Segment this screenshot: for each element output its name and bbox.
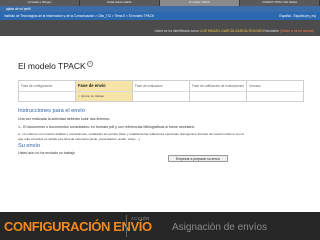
user-name-link[interactable]: LUIS MIGUEL GARCÍA-GARCÍA-ROLDÁN xyxy=(200,29,263,33)
instruction-line: 1.- El documento o documentos consultado… xyxy=(18,125,195,129)
phase-name: Cerrado xyxy=(249,84,261,88)
user-prefix: Usted se ha identificado como xyxy=(154,29,199,33)
slide-footer: CONFIGURACIÓN ENVÍO ACCIÓN Asignación de… xyxy=(0,212,320,240)
instruction-line: que más cómodos os sintáis a la hora de … xyxy=(18,137,140,141)
phase-divider xyxy=(190,91,246,92)
phase-divider xyxy=(133,91,189,92)
footer-label: ACCIÓN xyxy=(131,216,150,221)
submission-status: Usted aún no ha enviado su trabajo xyxy=(18,151,75,155)
user-bar: Usted se ha identificado como LUIS MIGUE… xyxy=(0,20,320,36)
phase-name: Fase de envío xyxy=(78,83,106,88)
breadcrumb-bar: Instituto de Tecnologías de la Informaci… xyxy=(0,12,320,20)
user-info: Usted se ha identificado como LUIS MIGUE… xyxy=(154,29,314,33)
instruction-line: 2.- Un informe con nuestro análisis y co… xyxy=(18,132,244,136)
phase-task: ✓Enviar su trabajo xyxy=(78,94,104,98)
instruction-line: Una vez realizada la actividad deberán s… xyxy=(18,117,111,121)
phase-setup[interactable]: Fase de configuración xyxy=(19,81,76,101)
phase-closed[interactable]: Cerrado xyxy=(247,81,303,101)
phase-name: Fase de configuración xyxy=(21,84,53,88)
check-icon: ✓ xyxy=(78,94,81,98)
phase-name: Fase de evaluación xyxy=(135,84,163,88)
footer-description: Asignación de envíos xyxy=(172,222,268,233)
user-role: Estudiante xyxy=(263,29,279,33)
phase-divider xyxy=(19,91,75,92)
section-title: CONFIGURACIÓN ENVÍO xyxy=(4,219,152,234)
return-role-link[interactable]: (Volver a mi rol normal) xyxy=(280,29,314,33)
phase-assessment[interactable]: Fase de evaluación xyxy=(133,81,190,101)
address-text: ajaiss de mi perfil xyxy=(6,7,31,11)
phase-planner: Fase de configuración Fase de envío ✓Env… xyxy=(18,80,304,102)
workshop-page: El modelo TPACK? Fase de configuración F… xyxy=(18,50,312,212)
phase-name: Fase de calificación de evaluaciones xyxy=(192,84,244,88)
page-title-text: El modelo TPACK xyxy=(18,61,86,71)
phase-submission-current[interactable]: Fase de envío ✓Enviar su trabajo xyxy=(76,81,133,101)
phase-divider xyxy=(247,91,303,92)
page-title: El modelo TPACK? xyxy=(18,61,93,71)
instructions-heading[interactable]: Instrucciones para el envío xyxy=(18,108,85,114)
start-submission-button[interactable]: Empezar a preparar su envío xyxy=(168,155,228,162)
phase-divider xyxy=(76,91,132,92)
phase-evaluation[interactable]: Fase de calificación de evaluaciones xyxy=(190,81,247,101)
phase-task-label: Enviar su trabajo xyxy=(81,94,105,98)
breadcrumb[interactable]: Instituto de Tecnologías de la Informaci… xyxy=(4,14,154,18)
help-icon[interactable]: ? xyxy=(86,61,93,67)
submission-heading[interactable]: Su envío xyxy=(18,143,40,149)
footer-divider xyxy=(126,215,127,237)
language-selector[interactable]: Español - España (es_es) xyxy=(279,14,316,18)
